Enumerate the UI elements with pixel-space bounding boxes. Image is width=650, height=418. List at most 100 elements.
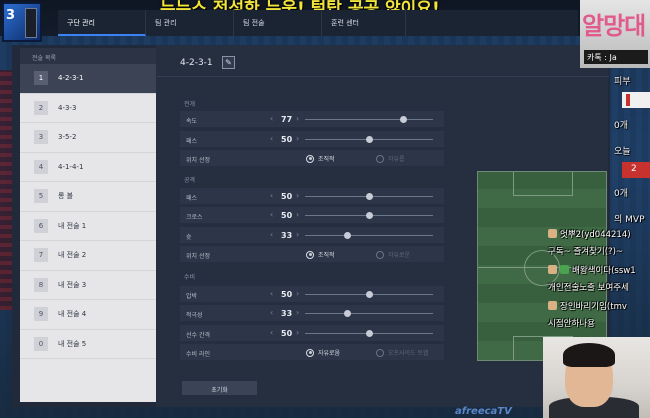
- slider-track[interactable]: [305, 119, 433, 120]
- chat-line: 시점안하나용: [548, 317, 595, 329]
- increase-arrow-icon[interactable]: ›: [296, 328, 299, 337]
- pc-icon: 3: [2, 2, 42, 42]
- radio-icon: [376, 250, 384, 259]
- option-text: 오프사이드 트랩: [388, 350, 429, 357]
- radio-free-line[interactable]: 자유로움: [306, 348, 340, 357]
- slider-knob[interactable]: [365, 330, 373, 337]
- decrease-arrow-icon[interactable]: ‹: [270, 308, 273, 317]
- reset-button[interactable]: 초기화: [182, 381, 257, 395]
- radio-icon: [376, 348, 384, 357]
- radio-offside-trap[interactable]: 오프사이드 트랩: [376, 348, 429, 357]
- tactic-item-3[interactable]: 3 3-5-2: [20, 123, 156, 153]
- tactic-label: 내 전술 5: [58, 339, 87, 348]
- increase-arrow-icon[interactable]: ›: [296, 114, 299, 123]
- attack-cross-slider-row: 크로스 ‹ 50 ›: [180, 207, 444, 223]
- slider-value: 50: [281, 290, 293, 299]
- slider-label: 패스: [186, 195, 198, 202]
- tactic-index: 5: [34, 189, 48, 204]
- mvp-label: 의 MVP: [614, 215, 645, 225]
- edit-icon[interactable]: ✎: [222, 56, 235, 69]
- attack-shot-slider-row: 슛 ‹ 33 ›: [180, 227, 444, 243]
- tab-club-management[interactable]: 구단 관리: [58, 10, 146, 36]
- decrease-arrow-icon[interactable]: ‹: [270, 289, 273, 298]
- formation-title: 4-2-3-1: [180, 58, 213, 68]
- radio-icon: [376, 154, 384, 163]
- user-avatar-icon: [548, 265, 557, 274]
- slider-knob[interactable]: [343, 310, 351, 317]
- slider-track[interactable]: [305, 313, 433, 314]
- tactic-index: 0: [34, 336, 48, 351]
- decrease-arrow-icon[interactable]: ‹: [270, 328, 273, 337]
- increase-arrow-icon[interactable]: ›: [296, 230, 299, 239]
- tactic-item-7[interactable]: 7 내 전술 2: [20, 241, 156, 271]
- fan-badge-icon: [560, 265, 569, 274]
- slider-label: 속도: [186, 118, 198, 125]
- slider-value: 77: [281, 115, 293, 124]
- chat-text: 시점안하나용: [548, 319, 595, 329]
- pc-number: 3: [6, 8, 16, 23]
- increase-arrow-icon[interactable]: ›: [296, 308, 299, 317]
- slider-knob[interactable]: [365, 212, 373, 219]
- option-label: 수비 라인: [186, 351, 210, 358]
- tactic-item-1[interactable]: 1 4-2-3-1: [20, 64, 156, 94]
- tactic-item-2[interactable]: 2 4-3-3: [20, 94, 156, 123]
- build-positioning-row: 위치 선정 조직적 자유롭: [180, 150, 444, 166]
- slider-label: 압박: [186, 293, 198, 300]
- slider-track[interactable]: [305, 235, 433, 236]
- increase-arrow-icon[interactable]: ›: [296, 210, 299, 219]
- slider-knob[interactable]: [343, 232, 351, 239]
- platform-logo: afreecaTV: [455, 406, 512, 417]
- decrease-arrow-icon[interactable]: ‹: [270, 134, 273, 143]
- slider-knob[interactable]: [400, 116, 408, 123]
- chat-text: 개인전술노출 보여주세: [548, 283, 629, 293]
- defense-width-slider-row: 선수 간격 ‹ 50 ›: [180, 325, 444, 341]
- slider-knob[interactable]: [365, 291, 373, 298]
- logo-text: 알망대: [582, 12, 646, 40]
- tactic-index: 9: [34, 307, 48, 322]
- tactic-item-5[interactable]: 5 롱 볼: [20, 182, 156, 212]
- tab-training-center[interactable]: 훈련 센터: [322, 10, 406, 36]
- stat2-label: 오늘: [614, 147, 631, 157]
- tactic-label: 롱 볼: [58, 192, 74, 201]
- stat1-label: 피부: [614, 77, 631, 87]
- tactic-index: 1: [34, 71, 48, 86]
- tab-team-management[interactable]: 팀 관리: [146, 10, 234, 36]
- slider-knob[interactable]: [365, 136, 373, 143]
- slider-knob[interactable]: [365, 193, 373, 200]
- decrease-arrow-icon[interactable]: ‹: [270, 230, 273, 239]
- decrease-arrow-icon[interactable]: ‹: [270, 114, 273, 123]
- tactic-index: 6: [34, 218, 48, 233]
- radio-organized[interactable]: 조직적: [306, 154, 335, 163]
- increase-arrow-icon[interactable]: ›: [296, 289, 299, 298]
- section-label-build: 전개: [184, 101, 196, 108]
- increase-arrow-icon[interactable]: ›: [296, 191, 299, 200]
- decrease-arrow-icon[interactable]: ‹: [270, 191, 273, 200]
- logo-subtitle: 카톡 : Ja: [584, 50, 648, 64]
- tactic-item-4[interactable]: 4 4-1-4-1: [20, 153, 156, 182]
- radio-selected-icon: [306, 154, 314, 163]
- radio-selected-icon: [306, 250, 314, 259]
- tactic-item-9[interactable]: 9 내 전술 4: [20, 300, 156, 330]
- tactic-item-0[interactable]: 0 내 전술 5: [20, 330, 156, 359]
- user-avatar-icon: [548, 229, 557, 238]
- tactic-label: 내 전술 3: [58, 280, 87, 289]
- increase-arrow-icon[interactable]: ›: [296, 134, 299, 143]
- section-label-attack: 공격: [184, 177, 196, 184]
- tactic-label: 3-5-2: [58, 133, 77, 142]
- defense-pressure-slider-row: 압박 ‹ 50 ›: [180, 286, 444, 302]
- computer-tower-icon: [25, 8, 37, 38]
- tactic-item-8[interactable]: 8 내 전술 3: [20, 271, 156, 300]
- stat2-bar: 2: [622, 162, 650, 178]
- option-label: 위치 선정: [186, 157, 210, 164]
- tactic-label: 4-2-3-1: [58, 74, 84, 83]
- tab-team-tactics[interactable]: 팀 전술: [234, 10, 322, 36]
- tactic-index: 4: [34, 159, 48, 174]
- tactic-item-6[interactable]: 6 내 전술 1: [20, 212, 156, 241]
- attack-positioning-row: 위치 선정 조직적 자유로운: [180, 246, 444, 262]
- radio-organized[interactable]: 조직적: [306, 250, 335, 259]
- decrease-arrow-icon[interactable]: ‹: [270, 210, 273, 219]
- radio-free[interactable]: 자유로운: [376, 250, 410, 259]
- option-text: 자유롭: [388, 156, 405, 163]
- top-navigation: 구단 관리 팀 관리 팀 전술 훈련 센터: [58, 10, 578, 36]
- radio-free[interactable]: 자유롭: [376, 154, 405, 163]
